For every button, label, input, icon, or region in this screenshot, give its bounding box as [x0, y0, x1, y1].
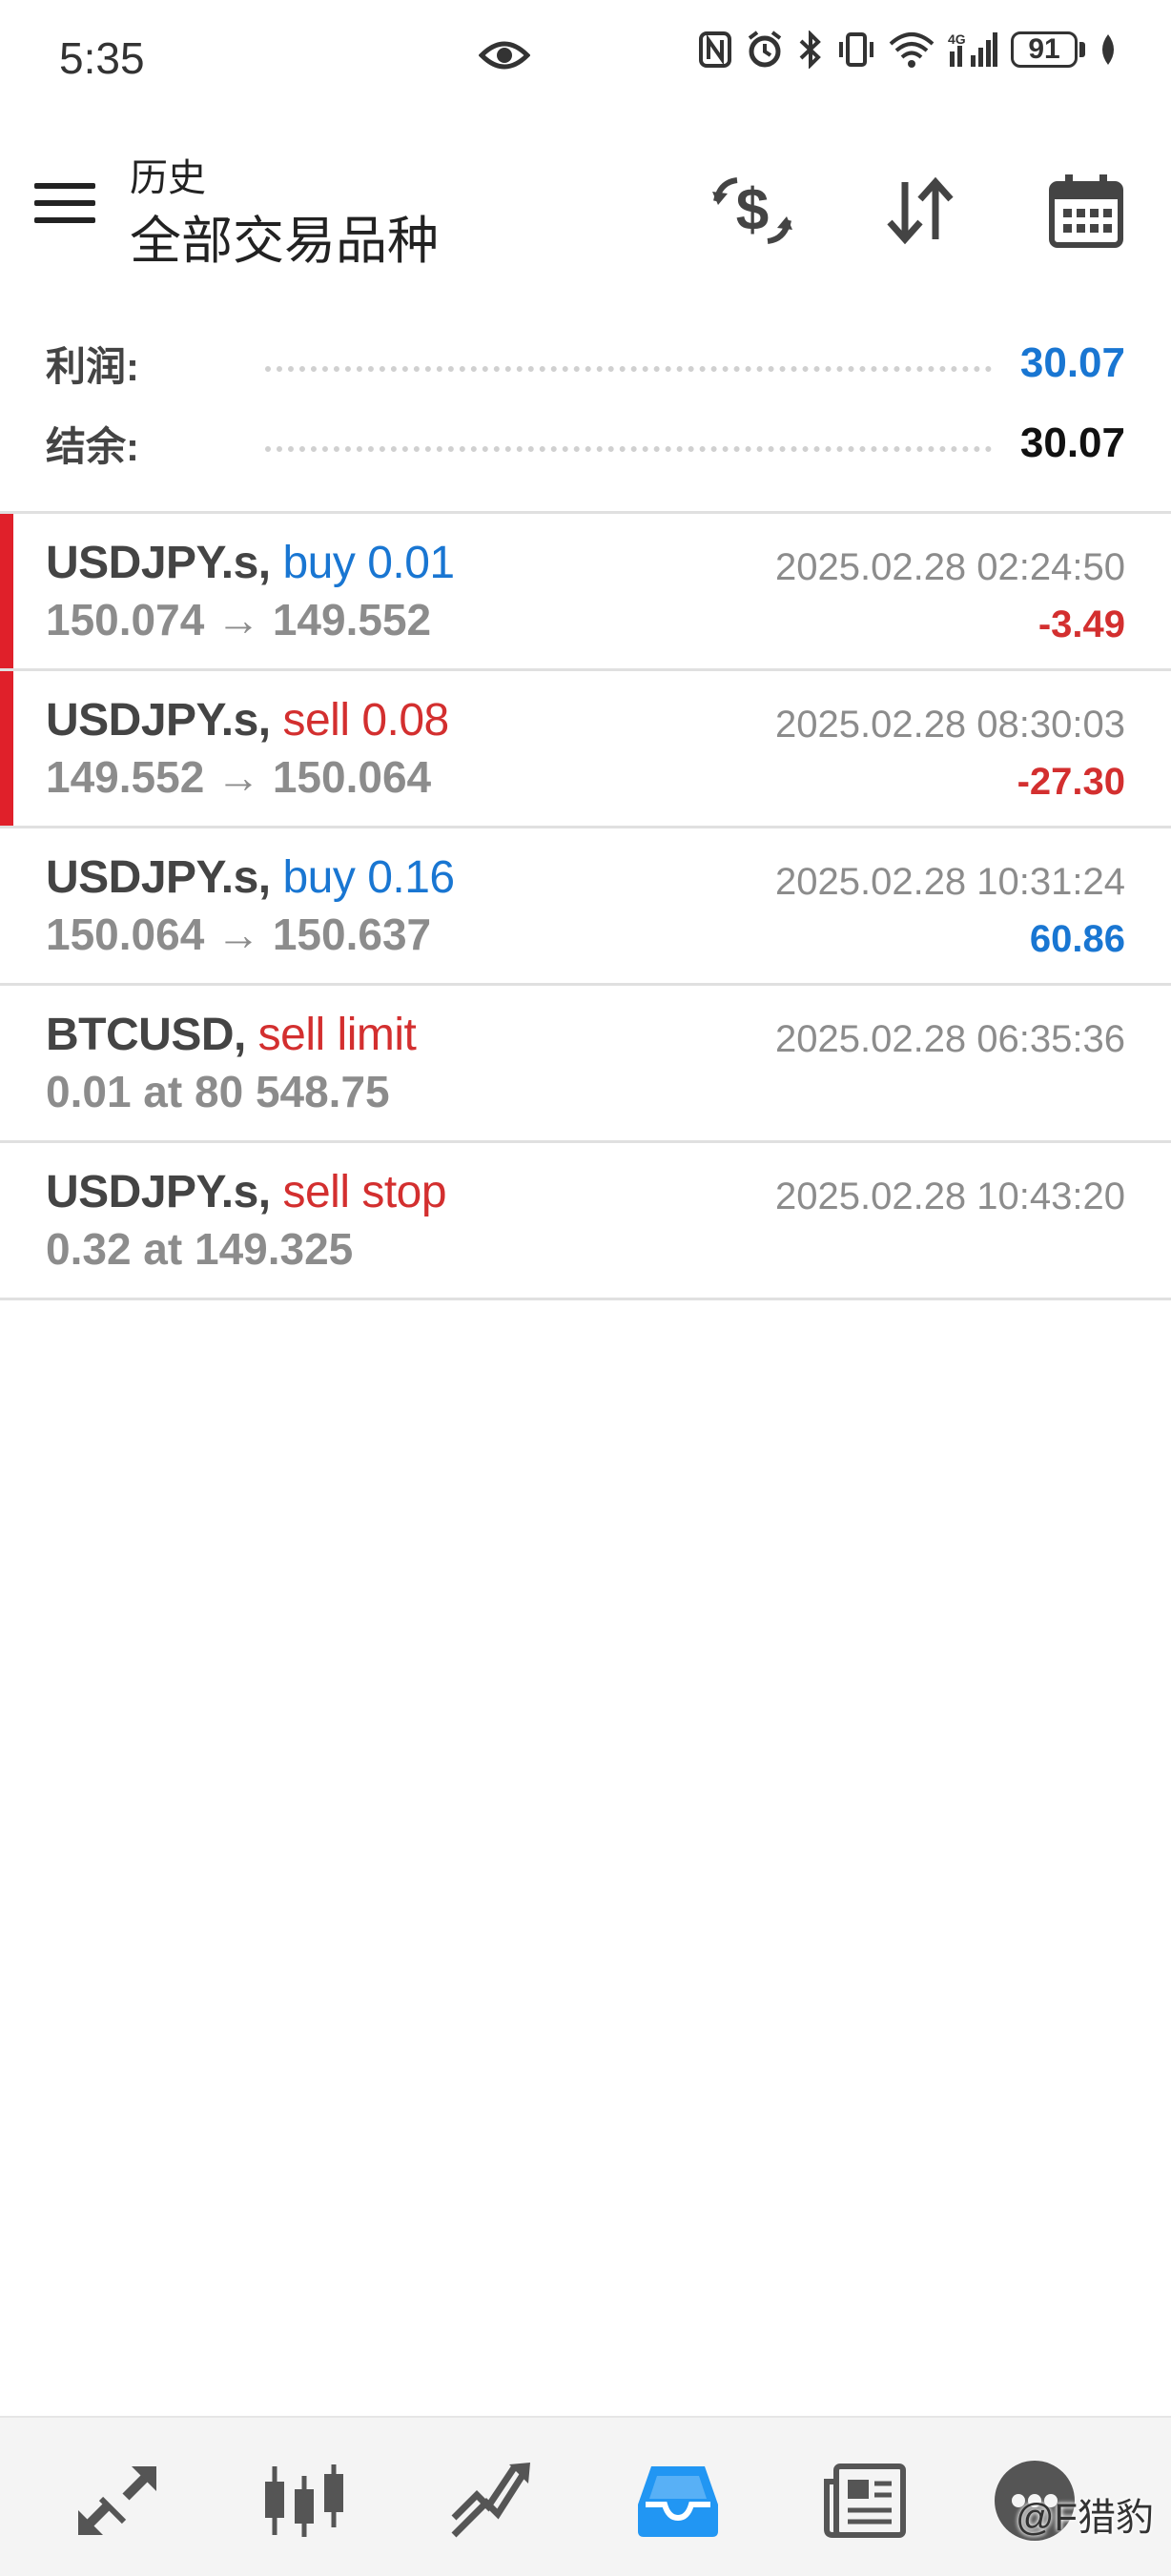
alarm-icon: [748, 31, 782, 68]
trade-side: sell 0.08: [282, 695, 449, 746]
svg-text:4G: 4G: [948, 31, 966, 47]
balance-value: 30.07: [1019, 419, 1125, 466]
order-row[interactable]: USDJPY.s, sell stop 0.32 at 149.325 2025…: [0, 1143, 1171, 1300]
status-icons: 4G 91: [698, 31, 1118, 69]
page-title[interactable]: 全部交易品种: [130, 198, 439, 274]
trade-symbol: USDJPY.s,: [46, 1167, 271, 1217]
trade-symbol: USDJPY.s,: [46, 538, 271, 588]
history-icon[interactable]: [635, 2458, 721, 2544]
currency-exchange-icon[interactable]: $: [709, 168, 795, 254]
trade-symbol: USDJPY.s,: [46, 695, 271, 746]
trade-icon[interactable]: [448, 2458, 534, 2544]
profit-value: 30.07: [1019, 339, 1125, 386]
news-icon[interactable]: [822, 2458, 908, 2544]
quotes-icon[interactable]: [74, 2458, 160, 2544]
trade-row[interactable]: USDJPY.s, buy 0.01 150.074 → 149.552 202…: [0, 514, 1171, 671]
trade-profit: -27.30: [1017, 761, 1125, 803]
trade-symbol: BTCUSD,: [46, 1010, 246, 1060]
trade-row[interactable]: USDJPY.s, sell 0.08 149.552 → 150.064 20…: [0, 671, 1171, 828]
trade-row[interactable]: USDJPY.s, buy 0.16 150.064 → 150.637 202…: [0, 828, 1171, 986]
trade-time: 2025.02.28 06:35:36: [774, 1018, 1125, 1060]
order-details: 0.32 at 149.325: [46, 1224, 354, 1274]
dotted-leader: [265, 446, 992, 452]
eye-icon: [478, 36, 531, 79]
leaf-icon: [1102, 34, 1114, 65]
trade-history-list: USDJPY.s, buy 0.01 150.074 → 149.552 202…: [0, 511, 1171, 1300]
trade-side: sell limit: [257, 1010, 417, 1060]
balance-summary: 结余: 30.07: [46, 410, 1125, 477]
profit-label: 利润:: [46, 343, 139, 389]
trade-symbol: USDJPY.s,: [46, 852, 271, 903]
wifi-icon: [889, 32, 935, 68]
trade-prices: 150.074 → 149.552: [46, 595, 432, 644]
watermark: @F猎豹: [1015, 2497, 1154, 2539]
status-time: 5:35: [59, 33, 145, 83]
profit-summary: 利润: 30.07: [46, 330, 1125, 397]
bottom-navigation: @F猎豹: [0, 2416, 1171, 2576]
balance-label: 结余:: [46, 423, 139, 469]
trade-profit: -3.49: [1037, 603, 1125, 645]
dotted-leader: [265, 366, 992, 372]
svg-text:$: $: [736, 177, 769, 243]
menu-icon[interactable]: [34, 183, 95, 229]
trade-prices: 150.064 → 150.637: [46, 910, 432, 959]
loss-marker: [0, 514, 13, 668]
trade-time: 2025.02.28 08:30:03: [774, 704, 1125, 746]
sort-icon[interactable]: [877, 168, 963, 254]
battery-icon: 91: [1011, 31, 1085, 68]
trade-time: 2025.02.28 02:24:50: [774, 546, 1125, 588]
calendar-icon[interactable]: [1043, 168, 1129, 254]
chart-icon[interactable]: [261, 2458, 347, 2544]
trade-side: buy 0.16: [282, 852, 455, 903]
trade-side: buy 0.01: [282, 538, 455, 588]
trade-time: 2025.02.28 10:43:20: [774, 1176, 1125, 1217]
trade-prices: 149.552 → 150.064: [46, 752, 432, 802]
battery-level: 91: [1011, 31, 1078, 68]
trade-time: 2025.02.28 10:31:24: [774, 861, 1125, 903]
app-header: 历史 全部交易品种 $: [0, 133, 1171, 286]
bluetooth-icon: [799, 31, 821, 69]
status-bar: 5:35 4G 91: [0, 0, 1171, 114]
trade-profit: 60.86: [1029, 918, 1125, 960]
order-details: 0.01 at 80 548.75: [46, 1067, 390, 1116]
signal-4g-icon: 4G: [948, 31, 997, 67]
loss-marker: [0, 671, 13, 826]
page-subtitle: 历史: [130, 157, 206, 199]
vibrate-icon: [839, 32, 873, 67]
nfc-icon: [699, 31, 731, 68]
order-row[interactable]: BTCUSD, sell limit 0.01 at 80 548.75 202…: [0, 986, 1171, 1143]
trade-side: sell stop: [282, 1167, 447, 1217]
